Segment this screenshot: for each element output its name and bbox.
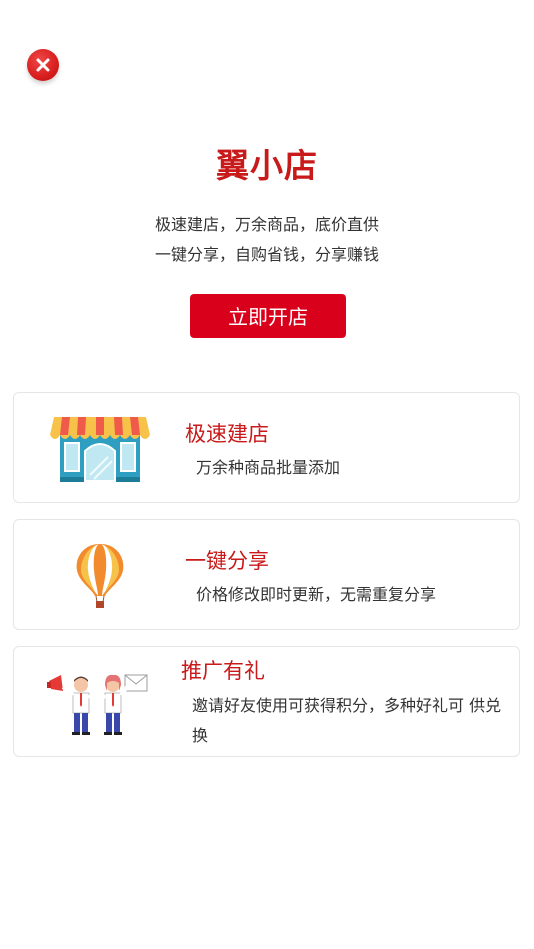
- promoters-icon: [47, 674, 148, 735]
- storefront-icon: [50, 417, 150, 482]
- feature-card-referral-rewards: 推广有礼 邀请好友使用可获得积分，多种好礼可 供兑换: [13, 646, 520, 757]
- hero-subtitle: 极速建店，万余商品，底价直供 一键分享，自购省钱，分享赚钱: [0, 210, 534, 270]
- feature-title: 极速建店: [185, 422, 269, 446]
- feature-card-fast-store: 极速建店 万余种商品批量添加: [13, 392, 520, 503]
- feature-title: 一键分享: [185, 549, 269, 573]
- feature-description: 邀请好友使用可获得积分，多种好礼可 供兑换: [192, 696, 502, 745]
- feature-description: 万余种商品批量添加: [196, 458, 341, 477]
- feature-description: 价格修改即时更新，无需重复分享: [196, 585, 437, 604]
- feature-title: 推广有礼: [181, 659, 265, 683]
- subtitle-line-1: 极速建店，万余商品，底价直供: [154, 215, 379, 234]
- page: 翼小店 极速建店，万余商品，底价直供 一键分享，自购省钱，分享赚钱 立即开店 极…: [0, 0, 534, 949]
- subtitle-line-2: 一键分享，自购省钱，分享赚钱: [154, 245, 379, 264]
- open-store-button[interactable]: 立即开店: [190, 294, 346, 338]
- feature-card-one-click-share: 一键分享 价格修改即时更新，无需重复分享: [13, 519, 520, 630]
- close-icon: [36, 58, 50, 72]
- close-button[interactable]: [27, 49, 59, 81]
- hero-section: 翼小店 极速建店，万余商品，底价直供 一键分享，自购省钱，分享赚钱: [0, 140, 534, 270]
- page-title: 翼小店: [216, 146, 318, 185]
- hot-air-balloon-icon: [76, 544, 124, 608]
